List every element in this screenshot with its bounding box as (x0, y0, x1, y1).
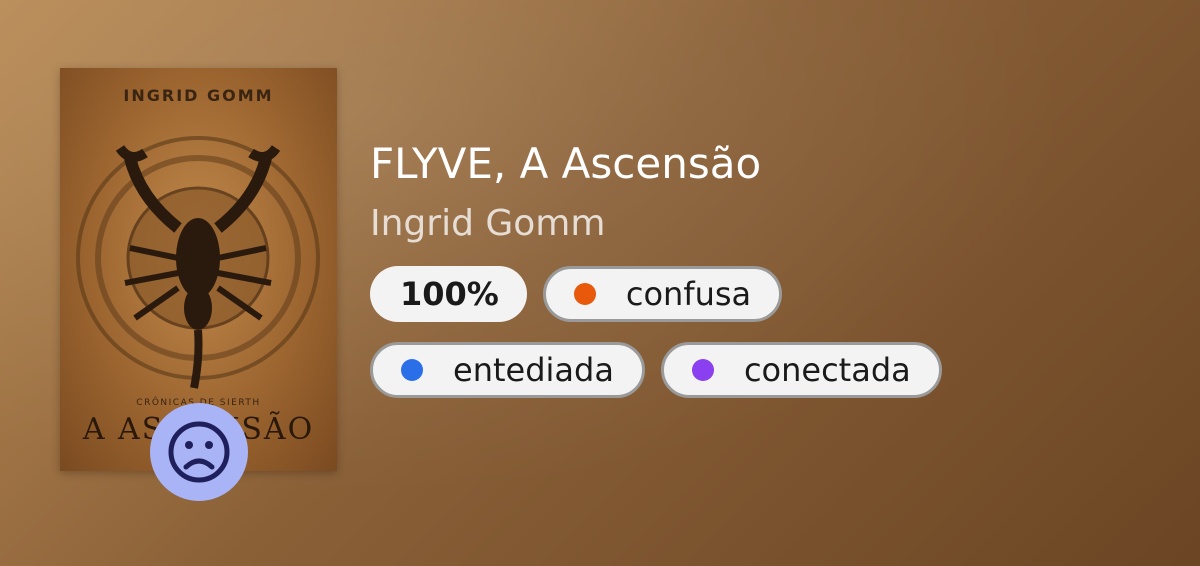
emotion-label: confusa (625, 275, 752, 313)
emotion-dot-icon (573, 283, 596, 305)
tags-row-1: 100% confusa (370, 266, 942, 322)
progress-label: 100% (400, 275, 499, 313)
book-title: FLYVE, A Ascensão (370, 139, 762, 188)
book-author: Ingrid Gomm (370, 203, 606, 244)
scorpion-emblem-image (76, 136, 320, 389)
emotion-tag-entediada[interactable]: entediada (370, 342, 645, 398)
emotion-dot-icon (691, 359, 714, 381)
emotion-label: entediada (453, 351, 614, 389)
emotion-tag-confusa[interactable]: confusa (542, 266, 783, 322)
emotion-label: conectada (743, 351, 911, 389)
emotion-dot-icon (401, 359, 423, 381)
tags-row-2: entediada conectada (370, 342, 942, 398)
book-info: FLYVE, A Ascensão Ingrid Gomm 100% confu… (370, 138, 942, 398)
emotion-tag-conectada[interactable]: conectada (660, 342, 942, 398)
mood-badge[interactable] (150, 403, 248, 501)
cover-author-text: INGRID GOMM (123, 86, 274, 105)
progress-badge: 100% (370, 266, 527, 322)
sad-face-icon (168, 421, 230, 483)
